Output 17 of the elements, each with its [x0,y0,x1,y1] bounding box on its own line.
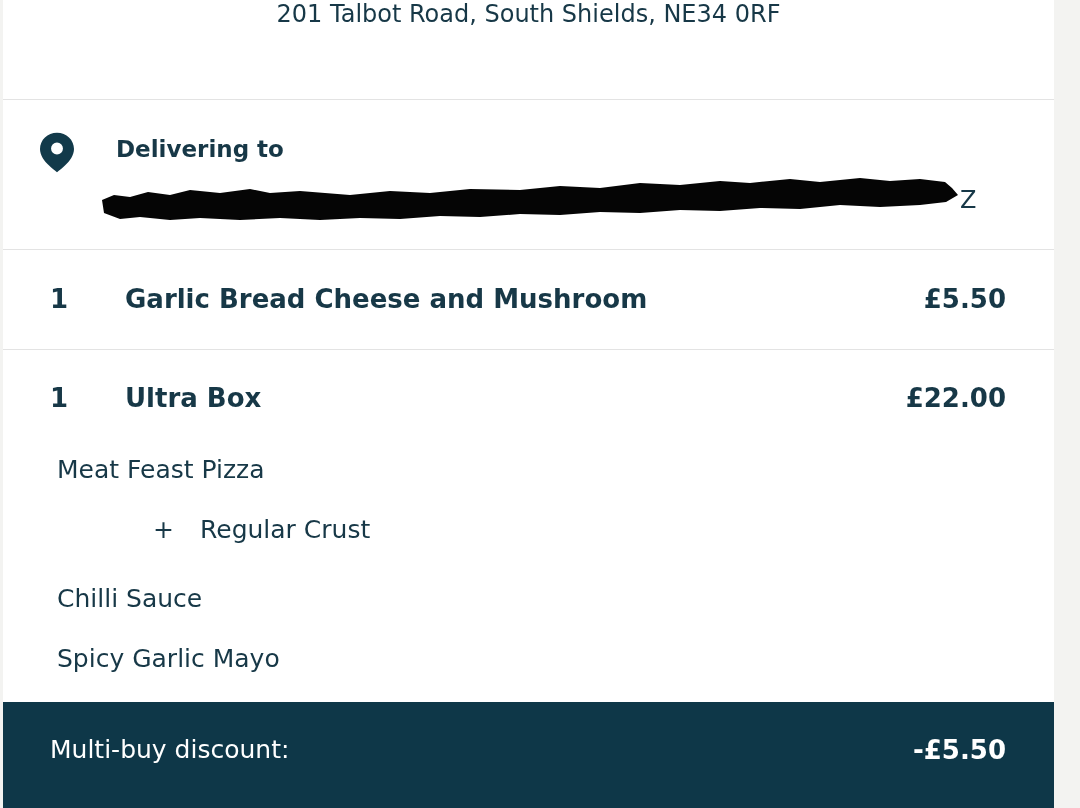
location-pin-icon [40,132,74,173]
discount-amount: -£5.50 [912,733,1006,767]
address-text: Z [960,185,977,215]
plus-sign: + [153,514,175,547]
option-name: Regular Crust [200,514,371,547]
store-address: 201 Talbot Road, South Shields, NE34 0RF [276,0,781,28]
item-quantity: 1 [50,283,70,316]
delivering-heading: Delivering to [116,135,284,164]
discount-label: Multi-buy discount: [50,734,290,767]
item-price: £5.50 [923,283,1006,316]
item-name: Ultra Box [125,381,262,415]
item-quantity: 1 [50,381,70,415]
option-name: Meat Feast Pizza [57,454,265,487]
item-name: Garlic Bread Cheese and Mushroom [125,283,648,316]
option-name: Chilli Sauce [57,583,203,616]
option-name: Spicy Garlic Mayo [57,643,280,676]
item-price: £22.00 [905,381,1006,415]
